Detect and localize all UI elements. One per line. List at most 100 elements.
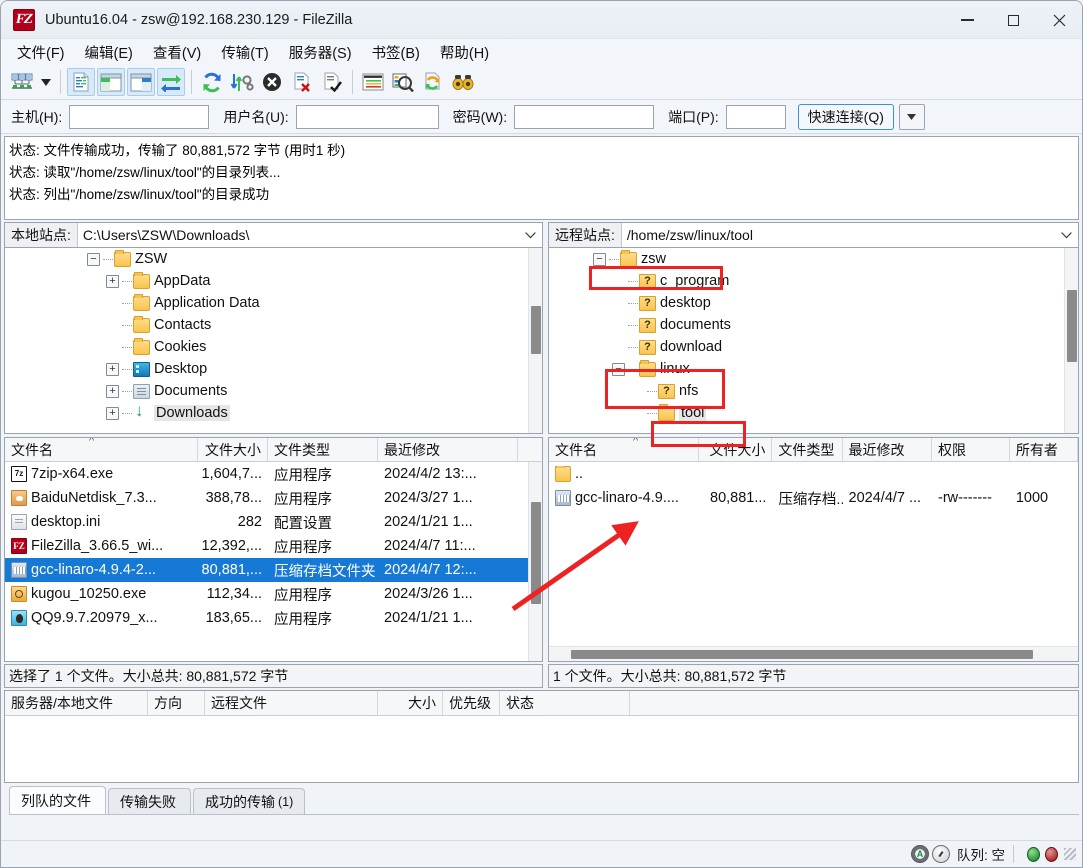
column-header[interactable]: 大小: [378, 691, 443, 715]
column-header[interactable]: 文件大小: [198, 438, 268, 461]
tree-expander[interactable]: −: [611, 362, 625, 376]
tree-node[interactable]: + Documents: [5, 380, 528, 402]
local-tree-scrollbar[interactable]: [528, 248, 542, 433]
tab-queued-files[interactable]: 列队的文件: [9, 786, 106, 814]
message-log[interactable]: 状态: 文件传输成功，传输了 80,881,572 字节 (用时1 秒) 状态:…: [4, 136, 1079, 220]
column-header[interactable]: 文件类型: [268, 438, 378, 461]
port-input[interactable]: [725, 104, 786, 129]
remote-file-list-rows[interactable]: .. gcc-linaro-4.9.... 80,881... 压缩存档... 2024…: [549, 462, 1078, 646]
quick-connect-history-button[interactable]: [898, 103, 925, 130]
file-row[interactable]: gcc-linaro-4.9.... 80,881... 压缩存档... 2024/4…: [549, 486, 1078, 510]
column-header[interactable]: 状态: [500, 691, 630, 715]
column-header[interactable]: 文件名 ^: [549, 438, 700, 461]
refresh-button[interactable]: [198, 68, 226, 96]
tree-node[interactable]: + AppData: [5, 270, 528, 292]
tree-node[interactable]: − linux: [549, 358, 1064, 380]
file-row[interactable]: desktop.ini 282 配置设置 2024/1/21 1...: [5, 510, 542, 534]
scrollbar-thumb[interactable]: [570, 650, 1033, 659]
local-directory-tree[interactable]: − ZSW + AppData Application Data Contacts Cook…: [4, 248, 543, 434]
column-header[interactable]: 文件类型: [772, 438, 843, 461]
file-row[interactable]: ..: [549, 462, 1078, 486]
menu-file[interactable]: 文件(F): [7, 40, 75, 65]
column-header[interactable]: 服务器/本地文件: [5, 691, 148, 715]
menu-bookmarks[interactable]: 书签(B): [362, 40, 430, 65]
transfer-queue-header[interactable]: 服务器/本地文件 方向 远程文件 大小 优先级 状态: [5, 691, 1078, 716]
scrollbar-thumb[interactable]: [531, 306, 541, 354]
site-manager-dropdown-button[interactable]: [37, 68, 55, 96]
column-header[interactable]: 优先级: [443, 691, 500, 715]
remote-file-list-hscrollbar[interactable]: [548, 646, 1078, 661]
tree-expander[interactable]: −: [87, 252, 100, 266]
toggle-transfer-queue-button[interactable]: [157, 68, 185, 96]
menu-help[interactable]: 帮助(H): [430, 40, 499, 65]
scrollbar-thumb[interactable]: [531, 502, 541, 604]
tree-node[interactable]: − ZSW: [5, 248, 528, 270]
tree-node[interactable]: ? c_program: [549, 270, 1064, 292]
tree-node[interactable]: + Desktop: [5, 358, 528, 380]
tree-node[interactable]: ? nfs: [549, 380, 1064, 402]
remote-directory-tree[interactable]: − zsw? c_program? desktop? documents? downloa…: [547, 248, 1079, 434]
tree-node[interactable]: − zsw: [549, 248, 1064, 270]
column-header[interactable]: 所有者: [1010, 438, 1078, 461]
tab-failed-transfers[interactable]: 传输失败: [108, 788, 191, 814]
tree-node[interactable]: ? download: [549, 336, 1064, 358]
tree-node[interactable]: + Downloads: [5, 402, 528, 424]
tree-node[interactable]: Application Data: [5, 292, 528, 314]
tree-expander[interactable]: +: [106, 362, 119, 376]
toggle-local-tree-button[interactable]: [97, 68, 125, 96]
remote-site-path[interactable]: /home/zsw/linux/tool: [622, 223, 1054, 247]
process-queue-button[interactable]: [228, 68, 256, 96]
site-manager-button[interactable]: [8, 68, 36, 96]
remote-file-list-header[interactable]: 文件名 ^ 文件大小 文件类型 最近修改 权限 所有者: [548, 438, 1078, 462]
password-input[interactable]: [514, 104, 655, 129]
remote-tree-scrollbar[interactable]: [1064, 248, 1078, 433]
tree-expander[interactable]: −: [592, 252, 606, 266]
local-file-list-header[interactable]: 文件名 ^ 文件大小 文件类型 最近修改: [5, 438, 542, 462]
directory-comparison-button[interactable]: [389, 68, 417, 96]
tree-node[interactable]: ? desktop: [549, 292, 1064, 314]
tree-node[interactable]: ? documents: [549, 314, 1064, 336]
synchronized-browsing-button[interactable]: [419, 68, 447, 96]
local-file-list[interactable]: 文件名 ^ 文件大小 文件类型 最近修改 7z 7zip-x64.exe 1,604,7..…: [4, 437, 543, 662]
column-header[interactable]: 远程文件: [205, 691, 378, 715]
transfer-queue-body[interactable]: [5, 716, 1078, 782]
search-button[interactable]: [449, 68, 477, 96]
column-header[interactable]: 权限: [932, 438, 1010, 461]
local-site-path[interactable]: C:\Users\ZSW\Downloads\: [78, 223, 518, 247]
gear-icon[interactable]: A: [910, 845, 929, 863]
tree-node[interactable]: Contacts: [5, 314, 528, 336]
tree-node[interactable]: Cookies: [5, 336, 528, 358]
file-row[interactable]: FZ FileZilla_3.66.5_wi... 12,392,... 应用程序 20…: [5, 534, 542, 558]
tree-expander[interactable]: +: [106, 274, 119, 288]
file-row[interactable]: gcc-linaro-4.9.4-2... 80,881,... 压缩存档文件夹 20…: [5, 558, 542, 582]
close-button[interactable]: [1036, 1, 1082, 39]
disconnect-button[interactable]: [288, 68, 316, 96]
file-row[interactable]: kugou_10250.exe 112,34... 应用程序 2024/3/26 1.…: [5, 582, 542, 606]
minimize-button[interactable]: [944, 1, 990, 39]
menu-server[interactable]: 服务器(S): [279, 40, 362, 65]
host-input[interactable]: [69, 104, 210, 129]
local-file-list-scrollbar[interactable]: [528, 462, 542, 661]
username-input[interactable]: [295, 104, 439, 129]
column-header[interactable]: 文件大小: [699, 438, 773, 461]
remote-site-dropdown-button[interactable]: [1054, 223, 1078, 247]
menu-view[interactable]: 查看(V): [143, 40, 211, 65]
quick-connect-button[interactable]: 快速连接(Q): [797, 103, 894, 130]
cancel-button[interactable]: [258, 68, 286, 96]
tree-expander[interactable]: +: [106, 384, 119, 398]
file-row[interactable]: 7z 7zip-x64.exe 1,604,7... 应用程序 2024/4/2 13:…: [5, 462, 542, 486]
remote-file-list[interactable]: 文件名 ^ 文件大小 文件类型 最近修改 权限 所有者 .. gcc-linaro-4.9..…: [547, 437, 1079, 662]
resize-grip[interactable]: [1064, 848, 1076, 860]
toggle-remote-tree-button[interactable]: [127, 68, 155, 96]
tree-expander[interactable]: +: [106, 406, 119, 420]
tree-node[interactable]: tool: [549, 402, 1064, 424]
filter-button[interactable]: [359, 68, 387, 96]
speed-limit-icon[interactable]: [931, 845, 950, 863]
scrollbar-thumb[interactable]: [1067, 290, 1077, 362]
menu-edit[interactable]: 编辑(E): [75, 40, 143, 65]
column-header[interactable]: 最近修改: [843, 438, 932, 461]
maximize-button[interactable]: [990, 1, 1036, 39]
reconnect-button[interactable]: [318, 68, 346, 96]
local-file-list-rows[interactable]: 7z 7zip-x64.exe 1,604,7... 应用程序 2024/4/2 13:…: [5, 462, 542, 661]
column-header[interactable]: 文件名 ^: [5, 438, 198, 461]
